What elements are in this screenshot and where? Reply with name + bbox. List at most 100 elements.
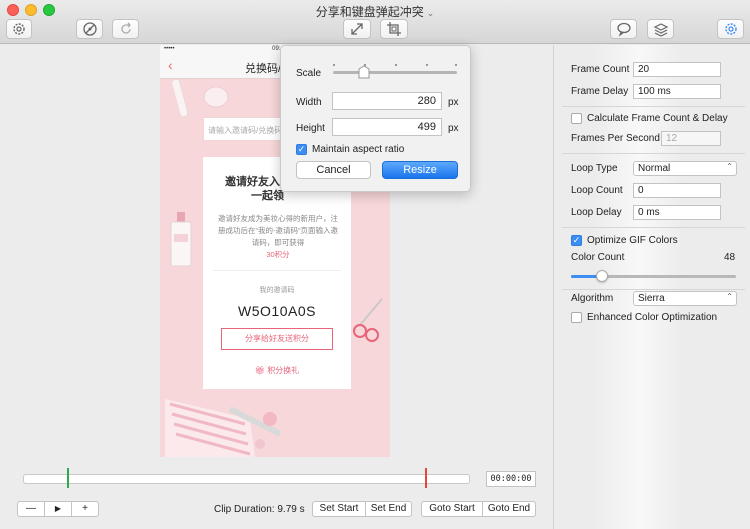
color-count-value: 48	[724, 252, 736, 263]
lipstick-decoration-icon	[171, 78, 189, 118]
loop-count-field[interactable]: 0	[633, 183, 721, 198]
calc-frame-label: Calculate Frame Count & Delay	[587, 113, 728, 124]
card-divider	[213, 270, 341, 271]
scale-label: Scale	[296, 68, 322, 79]
calc-frame-checkbox[interactable]: Calculate Frame Count & Delay	[571, 113, 728, 124]
comments-button[interactable]	[610, 19, 637, 39]
color-count-slider[interactable]	[571, 270, 736, 282]
gift-link-label: 积分换礼	[267, 366, 300, 375]
loop-type-select[interactable]: Normal ⌃	[633, 161, 737, 176]
resize-tool-button[interactable]	[343, 19, 371, 39]
crop-icon	[387, 22, 401, 36]
cosmetics-bag-icon	[165, 399, 282, 457]
height-label: Height	[296, 123, 325, 134]
optimize-gif-label: Optimize GIF Colors	[587, 235, 678, 246]
phone-nav-title: 兑换码/	[245, 63, 282, 75]
compact-decoration-icon	[203, 86, 229, 108]
settings-button[interactable]	[717, 19, 744, 39]
preferences-button[interactable]	[6, 19, 32, 39]
card-points: 30积分	[266, 250, 290, 259]
cancel-button[interactable]: Cancel	[296, 161, 371, 179]
loop-type-value: Normal	[638, 163, 671, 174]
eyelash-curler-icon	[353, 298, 383, 342]
perfume-bottle-icon	[170, 212, 192, 267]
loop-delay-field[interactable]: 0 ms	[633, 205, 721, 220]
resize-popover: Scale Width 280 px Height 499 px ✓ Maint…	[280, 45, 471, 192]
zoom-out-button[interactable]: —	[18, 502, 45, 516]
checkbox-empty-icon	[571, 113, 582, 124]
optimize-gif-checkbox[interactable]: ✓ Optimize GIF Colors	[571, 235, 678, 246]
frame-count-field[interactable]: 20	[633, 62, 721, 77]
film-reel-icon	[82, 22, 97, 36]
sidebar-divider	[562, 227, 745, 228]
chevron-left-icon: ‹	[168, 57, 173, 73]
enhanced-color-checkbox[interactable]: Enhanced Color Optimization	[571, 312, 717, 323]
play-button[interactable]: ▶	[45, 502, 72, 516]
checkmark-icon: ✓	[296, 144, 307, 155]
gift-icon: 🎁︎	[254, 366, 268, 375]
frame-delay-label: Frame Delay	[571, 86, 629, 97]
sidebar-divider	[562, 106, 745, 107]
updown-arrows-icon: ⌃	[726, 162, 733, 171]
width-label: Width	[296, 97, 322, 108]
width-unit: px	[448, 97, 459, 108]
checkmark-icon: ✓	[571, 235, 582, 246]
algorithm-value: Sierra	[638, 293, 665, 304]
fps-label: Frames Per Second	[571, 133, 660, 144]
scale-slider[interactable]	[333, 71, 457, 74]
enhanced-color-label: Enhanced Color Optimization	[587, 312, 718, 323]
frame-count-label: Frame Count	[571, 64, 630, 75]
crop-tool-button[interactable]	[380, 19, 408, 39]
zoom-in-button[interactable]: +	[72, 502, 98, 516]
chevron-down-icon: ⌄	[426, 8, 435, 18]
sidebar-divider	[562, 153, 745, 154]
goto-controls: Goto Start Goto End	[421, 501, 536, 517]
updown-arrows-icon: ⌃	[726, 292, 733, 301]
loop-delay-label: Loop Delay	[571, 207, 622, 218]
width-field[interactable]: 280	[332, 92, 442, 110]
gear-icon	[724, 23, 737, 35]
set-start-button[interactable]: Set Start	[313, 502, 366, 516]
share-friends-button: 分享给好友送积分	[221, 328, 333, 350]
goto-end-button[interactable]: Goto End	[483, 502, 535, 516]
checkbox-empty-icon	[571, 312, 582, 323]
status-carrier: •••••	[164, 46, 177, 52]
algorithm-select[interactable]: Sierra ⌃	[633, 291, 737, 306]
settings-sidebar: Frame Count 20 Frame Delay 100 ms Calcul…	[553, 45, 750, 529]
redo-icon	[120, 22, 131, 34]
invite-code: W5O10A0S	[238, 303, 316, 319]
current-time-display: 00:00:00	[486, 471, 536, 487]
window-title-menu[interactable]: 分享和键盘弹起冲突 ⌄	[0, 3, 750, 20]
sidebar-divider	[562, 289, 745, 290]
maintain-aspect-label: Maintain aspect ratio	[312, 144, 405, 155]
timeline-end-marker[interactable]	[425, 468, 427, 488]
scale-slider-thumb[interactable]	[357, 65, 371, 79]
playback-controls: — ▶ +	[17, 501, 99, 517]
height-field[interactable]: 499	[332, 118, 442, 136]
card-heading-2: 一起领	[251, 190, 284, 202]
timeline-track[interactable]	[23, 474, 470, 484]
layers-button[interactable]	[647, 19, 674, 39]
card-description-text: 邀请好友成为美妆心得的新用户，注册成功后在“我的-邀请码”页面输入邀请码，即可获…	[218, 214, 338, 247]
window-title: 分享和键盘弹起冲突	[315, 5, 424, 19]
layers-icon	[653, 23, 668, 37]
open-video-button[interactable]	[76, 19, 103, 39]
card-description: 邀请好友成为美妆心得的新用户，注册成功后在“我的-邀请码”页面输入邀请码，即可获…	[215, 213, 341, 261]
gift-link: 🎁︎ 积分换礼	[203, 365, 351, 376]
goto-start-button[interactable]: Goto Start	[422, 502, 483, 516]
maintain-aspect-checkbox[interactable]: ✓ Maintain aspect ratio	[296, 144, 404, 155]
frame-delay-field[interactable]: 100 ms	[633, 84, 721, 99]
resize-button[interactable]: Resize	[382, 161, 458, 179]
set-end-button[interactable]: Set End	[366, 502, 411, 516]
loop-count-label: Loop Count	[571, 185, 623, 196]
my-code-label: 我的邀请码	[259, 287, 295, 294]
color-count-label: Color Count	[571, 252, 625, 263]
resize-arrows-icon	[351, 23, 363, 35]
timeline-start-marker[interactable]	[67, 468, 69, 488]
redo-button[interactable]	[112, 19, 139, 39]
clip-duration: Clip Duration: 9.79 s	[214, 504, 305, 515]
speech-bubble-icon	[616, 22, 631, 37]
fps-field[interactable]: 12	[661, 131, 721, 146]
height-unit: px	[448, 123, 459, 134]
set-range-controls: Set Start Set End	[312, 501, 412, 517]
